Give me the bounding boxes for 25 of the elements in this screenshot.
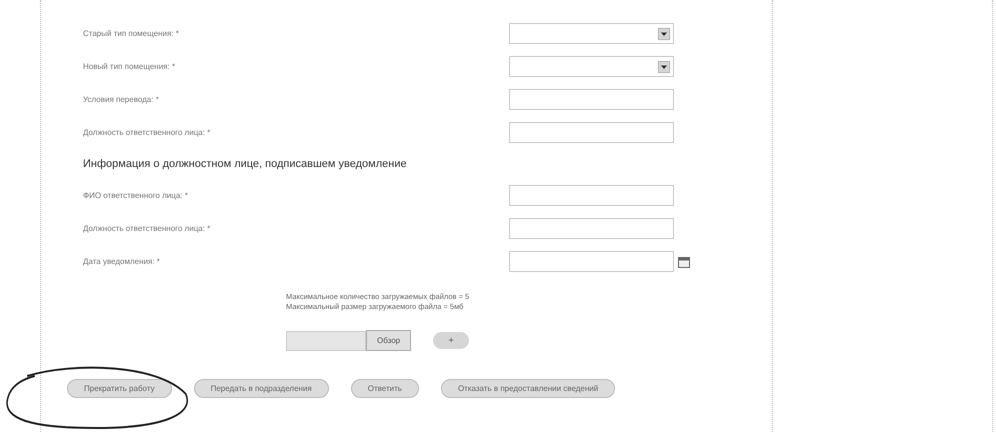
text-field[interactable] xyxy=(509,218,674,239)
field-label: Условия перевода: * xyxy=(82,94,160,106)
dropdown-field[interactable] xyxy=(509,56,674,77)
text-field[interactable] xyxy=(509,89,674,110)
field-label: Новый тип помещения: * xyxy=(82,60,176,72)
action-button[interactable]: Отказать в предоставлении сведений xyxy=(440,379,616,398)
action-button[interactable]: Передать в подразделения xyxy=(194,379,329,398)
action-button[interactable]: Ответить xyxy=(350,379,419,398)
field-label: Старый тип помещения: * xyxy=(82,28,180,40)
dropdown-field[interactable] xyxy=(509,23,674,44)
file-path-field[interactable] xyxy=(286,330,366,350)
action-button[interactable]: Прекратить работу xyxy=(67,379,172,398)
field-label: Должность ответственного лица: * xyxy=(82,222,212,234)
browse-button[interactable]: Обзор xyxy=(366,330,412,351)
section-heading: Информация о должностном лице, подписавшем уведомление xyxy=(83,156,407,172)
dropdown-arrow-icon xyxy=(658,60,670,72)
text-field[interactable] xyxy=(509,185,674,206)
field-label: ФИО ответственного лица: * xyxy=(82,190,189,202)
text-field[interactable] xyxy=(509,122,674,143)
date-field[interactable] xyxy=(509,251,674,272)
calendar-icon[interactable] xyxy=(678,256,690,268)
field-label: Дата уведомления: * xyxy=(82,256,161,268)
field-label: Должность ответственного лица: * xyxy=(82,126,212,138)
dropdown-arrow-icon xyxy=(658,28,670,40)
add-file-button[interactable]: + xyxy=(433,332,470,349)
